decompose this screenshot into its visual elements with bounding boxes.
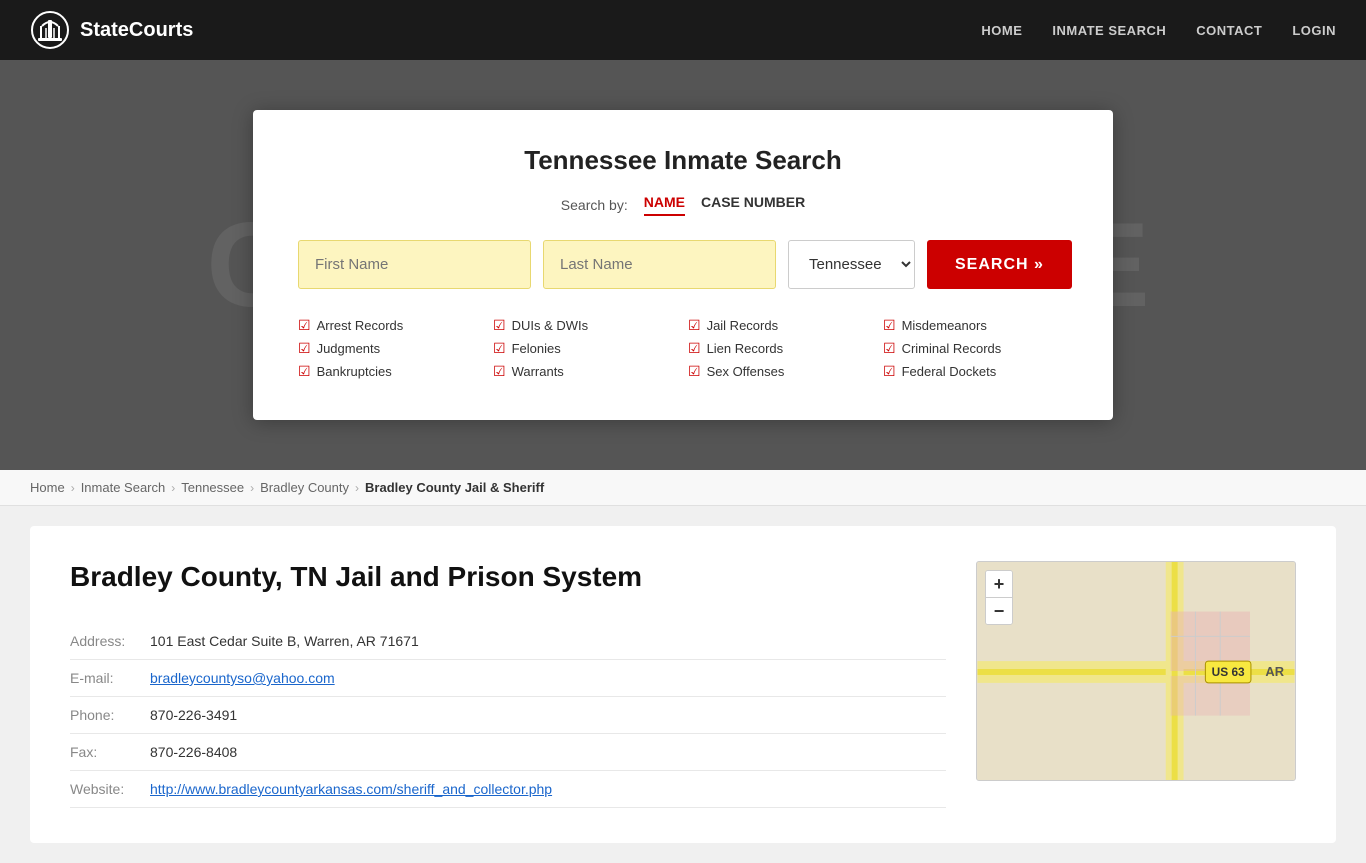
website-row: Website: http://www.bradleycountyarkansa… xyxy=(70,771,946,808)
check-label: Judgments xyxy=(317,341,381,356)
check-item: ☑ Warrants xyxy=(493,363,678,380)
check-icon: ☑ xyxy=(688,317,701,334)
map-zoom-in[interactable]: + xyxy=(986,571,1012,597)
email-value: bradleycountyso@yahoo.com xyxy=(150,660,946,697)
svg-text:US 63: US 63 xyxy=(1212,665,1245,679)
website-label: Website: xyxy=(70,771,150,808)
map-zoom-out[interactable]: − xyxy=(986,598,1012,624)
header: StateCourts HOME INMATE SEARCH CONTACT L… xyxy=(0,0,1366,60)
breadcrumb-sep-1: › xyxy=(71,481,75,495)
nav-home[interactable]: HOME xyxy=(981,23,1022,38)
info-table: Address: 101 East Cedar Suite B, Warren,… xyxy=(70,623,946,808)
nav-login[interactable]: LOGIN xyxy=(1292,23,1336,38)
breadcrumb-sep-3: › xyxy=(250,481,254,495)
search-fields-row: Tennessee SEARCH » xyxy=(298,240,1068,289)
logo-text: StateCourts xyxy=(80,19,193,42)
check-icon: ☑ xyxy=(298,317,311,334)
logo-area: StateCourts xyxy=(30,10,193,50)
check-label: Warrants xyxy=(512,364,564,379)
fax-value: 870-226-8408 xyxy=(150,734,946,771)
fax-row: Fax: 870-226-8408 xyxy=(70,734,946,771)
email-row: E-mail: bradleycountyso@yahoo.com xyxy=(70,660,946,697)
last-name-input[interactable] xyxy=(543,240,776,289)
first-name-input[interactable] xyxy=(298,240,531,289)
hero-section: COURTHOUSE Tennessee Inmate Search Searc… xyxy=(0,60,1366,470)
search-button[interactable]: SEARCH » xyxy=(927,240,1072,289)
check-label: Felonies xyxy=(512,341,561,356)
check-item: ☑ Judgments xyxy=(298,340,483,357)
content-area: Bradley County, TN Jail and Prison Syste… xyxy=(0,506,1366,863)
check-item: ☑ Arrest Records xyxy=(298,317,483,334)
phone-value: 870-226-3491 xyxy=(150,697,946,734)
state-select[interactable]: Tennessee xyxy=(788,240,915,289)
check-label: Criminal Records xyxy=(902,341,1002,356)
check-item: ☑ DUIs & DWIs xyxy=(493,317,678,334)
map-controls: + − xyxy=(985,570,1013,625)
address-label: Address: xyxy=(70,623,150,660)
check-icon: ☑ xyxy=(493,340,506,357)
search-by-label: Search by: xyxy=(561,197,628,213)
map-svg: US 63 AR xyxy=(977,562,1295,780)
logo-icon xyxy=(30,10,70,50)
search-by-row: Search by: NAME CASE NUMBER xyxy=(298,194,1068,216)
breadcrumb-home[interactable]: Home xyxy=(30,480,65,495)
fax-label: Fax: xyxy=(70,734,150,771)
email-link[interactable]: bradleycountyso@yahoo.com xyxy=(150,670,335,686)
breadcrumb-bradley-county[interactable]: Bradley County xyxy=(260,480,349,495)
address-value: 101 East Cedar Suite B, Warren, AR 71671 xyxy=(150,623,946,660)
website-value: http://www.bradleycountyarkansas.com/she… xyxy=(150,771,946,808)
website-link[interactable]: http://www.bradleycountyarkansas.com/she… xyxy=(150,781,552,797)
check-icon: ☑ xyxy=(883,340,896,357)
check-icon: ☑ xyxy=(298,363,311,380)
breadcrumb-sep-2: › xyxy=(171,481,175,495)
check-item: ☑ Felonies xyxy=(493,340,678,357)
content-left: Bradley County, TN Jail and Prison Syste… xyxy=(70,561,946,808)
content-right: + − xyxy=(976,561,1296,808)
check-label: Arrest Records xyxy=(317,318,404,333)
breadcrumb-tennessee[interactable]: Tennessee xyxy=(181,480,244,495)
content-card: Bradley County, TN Jail and Prison Syste… xyxy=(30,526,1336,843)
check-item: ☑ Bankruptcies xyxy=(298,363,483,380)
tab-case-number[interactable]: CASE NUMBER xyxy=(701,194,805,216)
check-icon: ☑ xyxy=(883,363,896,380)
breadcrumb-sep-4: › xyxy=(355,481,359,495)
check-label: Jail Records xyxy=(707,318,779,333)
check-label: DUIs & DWIs xyxy=(512,318,589,333)
check-item: ☑ Lien Records xyxy=(688,340,873,357)
check-icon: ☑ xyxy=(688,340,701,357)
check-icon: ☑ xyxy=(688,363,701,380)
main-nav: HOME INMATE SEARCH CONTACT LOGIN xyxy=(981,23,1336,38)
check-label: Sex Offenses xyxy=(707,364,785,379)
svg-text:AR: AR xyxy=(1265,664,1284,679)
check-icon: ☑ xyxy=(298,340,311,357)
page-title: Bradley County, TN Jail and Prison Syste… xyxy=(70,561,946,593)
email-label: E-mail: xyxy=(70,660,150,697)
checks-grid: ☑ Arrest Records ☑ DUIs & DWIs ☑ Jail Records… xyxy=(298,317,1068,380)
check-item: ☑ Criminal Records xyxy=(883,340,1068,357)
check-item: ☑ Federal Dockets xyxy=(883,363,1068,380)
check-item: ☑ Misdemeanors xyxy=(883,317,1068,334)
check-label: Bankruptcies xyxy=(317,364,392,379)
check-label: Lien Records xyxy=(707,341,784,356)
nav-contact[interactable]: CONTACT xyxy=(1196,23,1262,38)
phone-label: Phone: xyxy=(70,697,150,734)
phone-row: Phone: 870-226-3491 xyxy=(70,697,946,734)
tab-name[interactable]: NAME xyxy=(644,194,685,216)
breadcrumb: Home › Inmate Search › Tennessee › Bradl… xyxy=(0,470,1366,506)
search-card-title: Tennessee Inmate Search xyxy=(298,145,1068,176)
check-label: Federal Dockets xyxy=(902,364,997,379)
check-label: Misdemeanors xyxy=(902,318,987,333)
map-container: + − xyxy=(976,561,1296,781)
search-card: Tennessee Inmate Search Search by: NAME … xyxy=(253,110,1113,420)
check-item: ☑ Jail Records xyxy=(688,317,873,334)
check-icon: ☑ xyxy=(493,363,506,380)
check-item: ☑ Sex Offenses xyxy=(688,363,873,380)
check-icon: ☑ xyxy=(883,317,896,334)
breadcrumb-current: Bradley County Jail & Sheriff xyxy=(365,480,544,495)
address-row: Address: 101 East Cedar Suite B, Warren,… xyxy=(70,623,946,660)
nav-inmate-search[interactable]: INMATE SEARCH xyxy=(1052,23,1166,38)
check-icon: ☑ xyxy=(493,317,506,334)
breadcrumb-inmate-search[interactable]: Inmate Search xyxy=(81,480,166,495)
